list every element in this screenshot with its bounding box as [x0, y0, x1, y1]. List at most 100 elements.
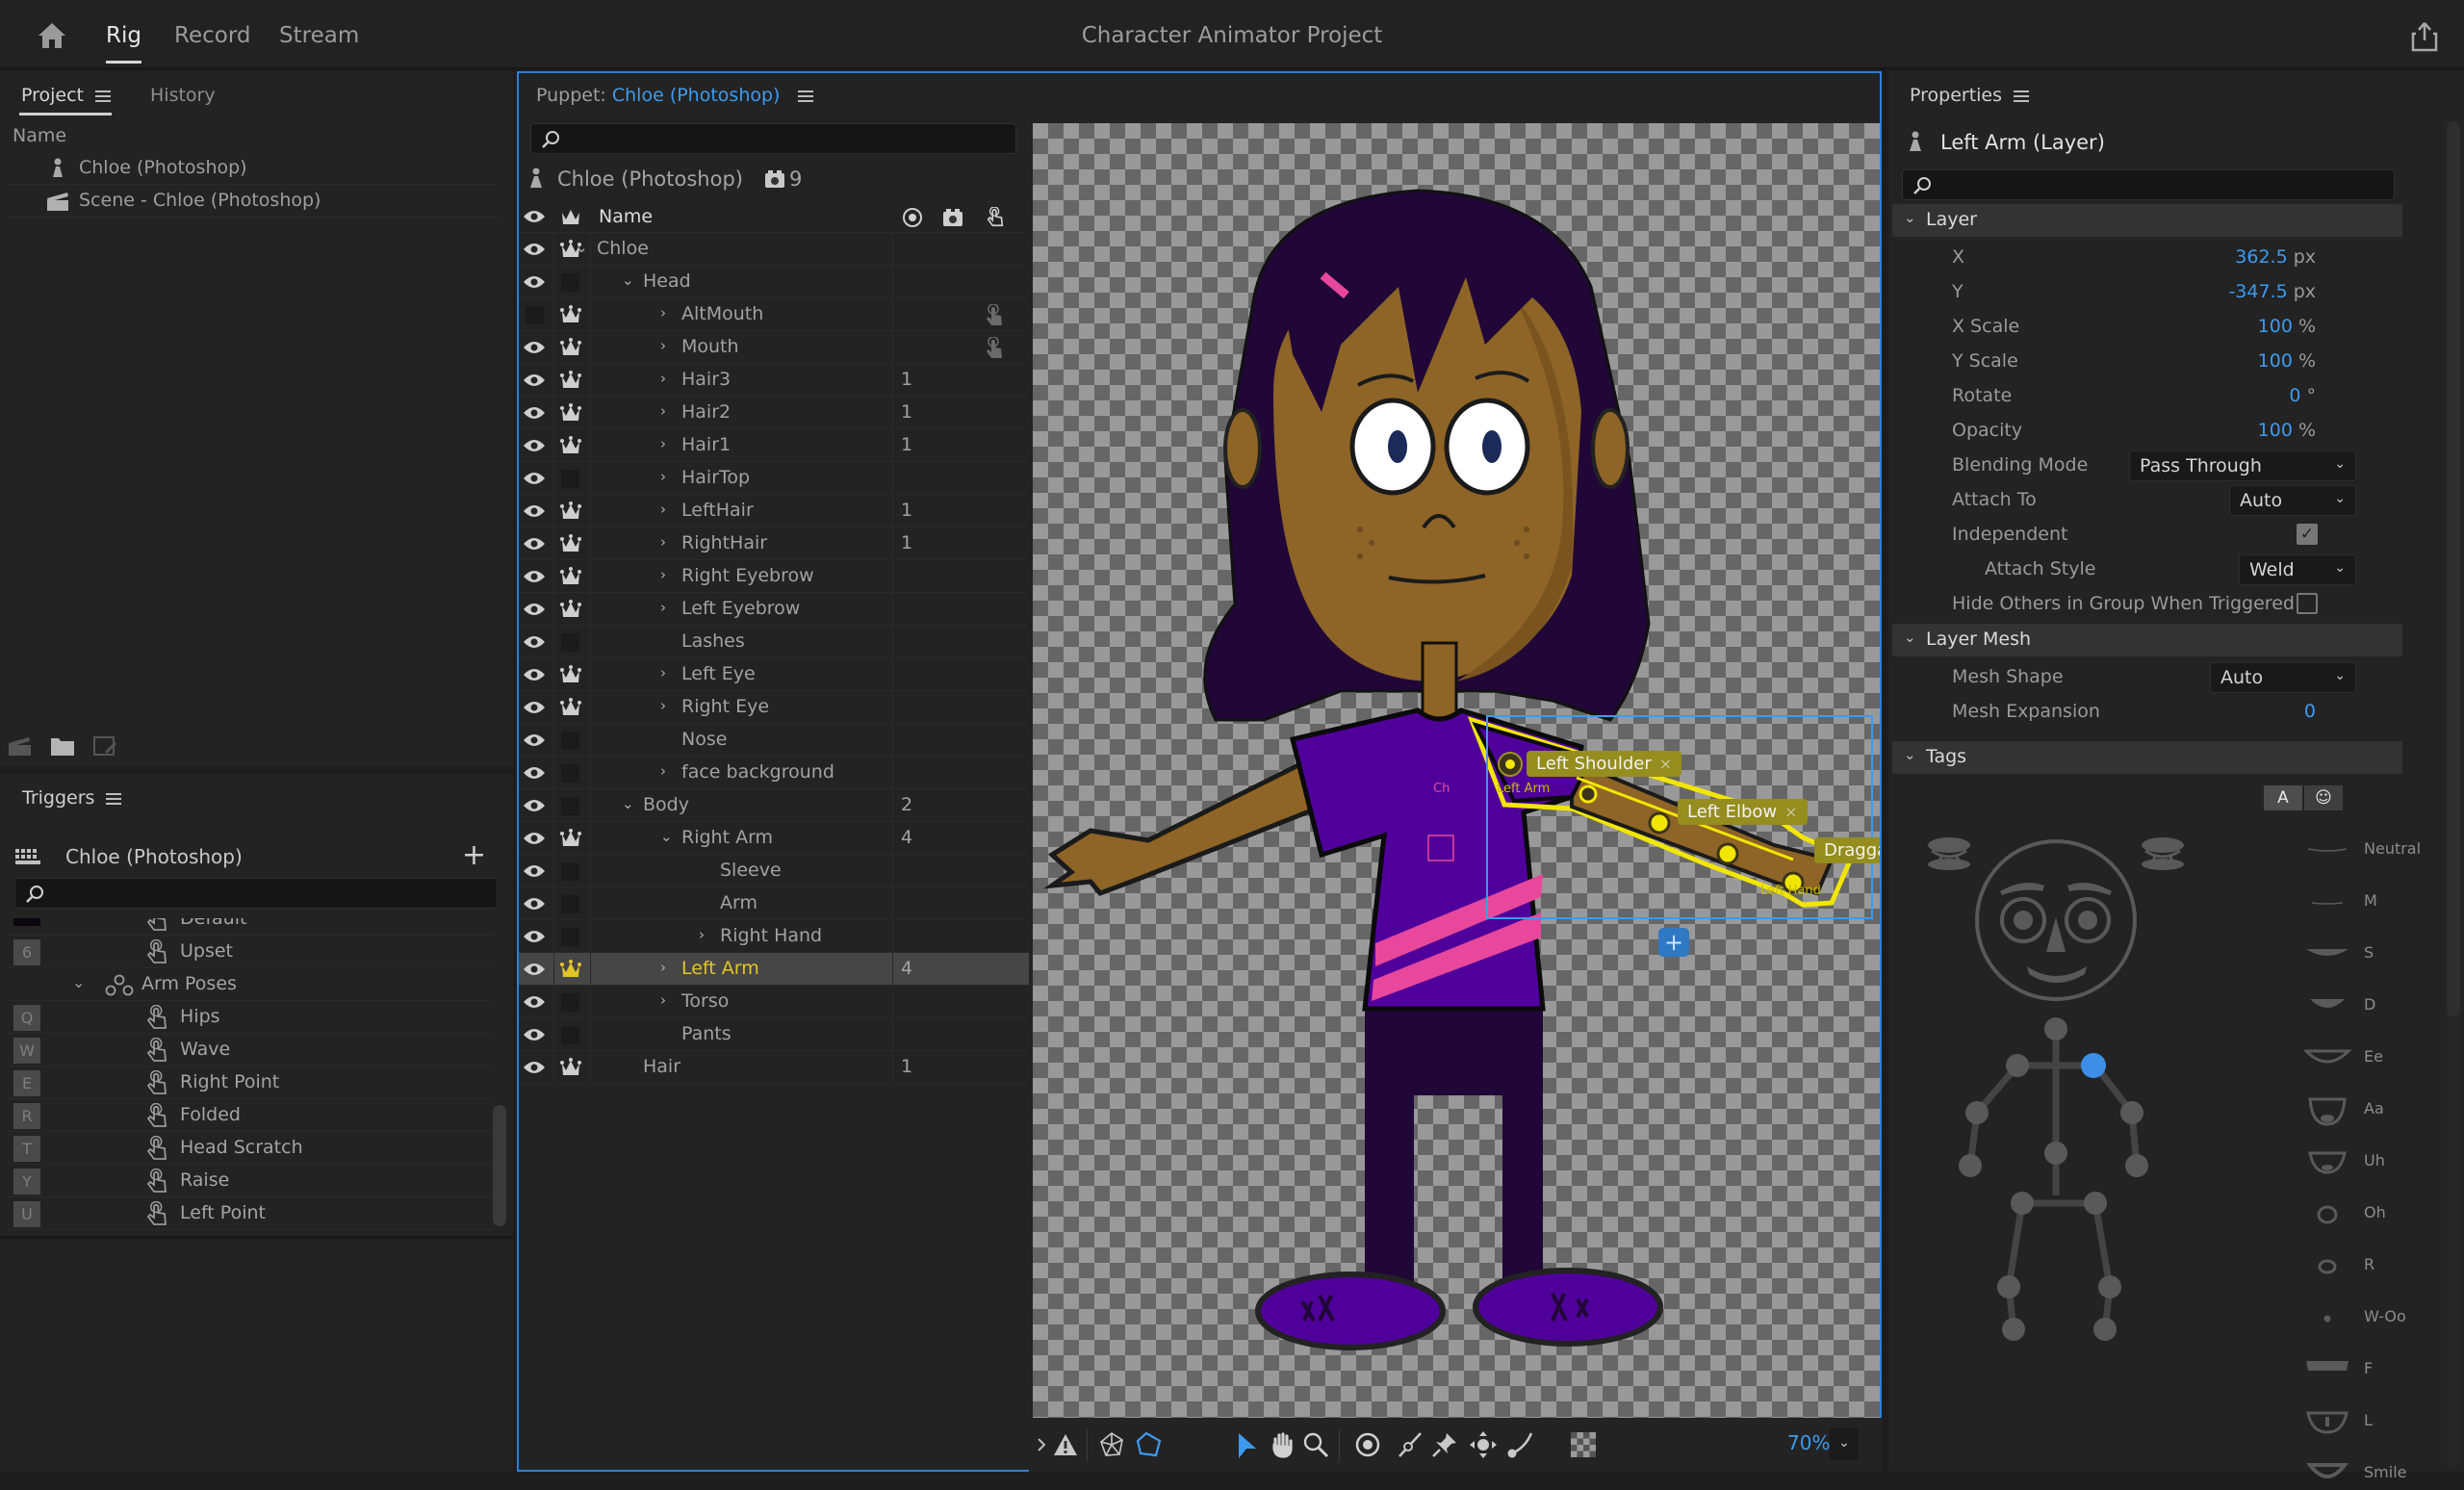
layer-row[interactable]: › Hair2 1	[519, 397, 1029, 429]
trigger-key-badge[interactable]: W	[13, 1038, 40, 1064]
expand-icon[interactable]	[1035, 1431, 1048, 1458]
viseme-tag-smile[interactable]: Smile	[2304, 1459, 2458, 1488]
viseme-tag-w-oo[interactable]: W-Oo	[2304, 1303, 2458, 1332]
layer-row[interactable]: Hair 1	[519, 1051, 1029, 1084]
independence-crown-icon[interactable]	[560, 960, 581, 979]
chevron-right-icon[interactable]: ›	[660, 501, 666, 518]
chevron-right-icon[interactable]: ›	[660, 304, 666, 321]
independence-toggle-off[interactable]	[561, 895, 579, 913]
handle-tag-left-shoulder[interactable]: Left Shoulder ×	[1527, 751, 1682, 777]
independent-checkbox[interactable]: ✓	[2297, 524, 2318, 545]
eye-icon[interactable]	[523, 274, 546, 290]
edit-icon[interactable]	[92, 735, 117, 757]
chevron-right-icon[interactable]: ›	[660, 337, 666, 354]
zoom-magnifier-icon[interactable]	[1302, 1431, 1329, 1458]
prop-rotate-value[interactable]: 0 °	[2289, 385, 2316, 406]
independence-toggle-off[interactable]	[561, 797, 579, 815]
panel-menu-icon[interactable]	[95, 90, 112, 102]
section-layer[interactable]: ⌄ Layer	[1892, 204, 2402, 237]
eye-icon[interactable]	[523, 471, 546, 486]
chevron-down-icon[interactable]: ⌄	[72, 973, 85, 991]
independence-crown-icon[interactable]	[560, 534, 581, 553]
eye-icon[interactable]	[523, 242, 546, 257]
independence-crown-icon[interactable]	[560, 698, 581, 717]
trigger-key-badge[interactable]: Q	[13, 1005, 40, 1031]
add-trigger-button[interactable]: +	[462, 841, 486, 870]
independence-toggle-off[interactable]	[561, 732, 579, 750]
layer-row[interactable]: › Mouth	[519, 331, 1029, 364]
visibility-toggle-off[interactable]	[526, 306, 544, 324]
trigger-item[interactable]: R Folded	[5, 1099, 494, 1132]
eye-icon[interactable]	[523, 863, 546, 879]
outline-icon[interactable]	[1135, 1431, 1162, 1458]
viseme-tag-aa[interactable]: Aa	[2304, 1095, 2458, 1126]
mesh-shape-select[interactable]: Auto ⌄	[2210, 662, 2356, 693]
independence-crown-icon[interactable]	[560, 600, 581, 619]
prop-y-value[interactable]: -347.5 px	[2228, 281, 2316, 302]
eye-icon[interactable]	[523, 1027, 546, 1042]
blending-mode-select[interactable]: Pass Through ⌄	[2129, 450, 2356, 481]
chevron-right-icon[interactable]: ›	[660, 370, 666, 387]
trigger-key-badge[interactable]	[13, 918, 40, 926]
pin-icon[interactable]	[1431, 1431, 1458, 1458]
independence-crown-icon[interactable]	[560, 567, 581, 586]
eye-icon[interactable]	[523, 634, 546, 650]
properties-search-input[interactable]	[1902, 169, 2395, 200]
properties-scrollbar[interactable]	[2447, 121, 2460, 1016]
layer-row[interactable]: ⌄ Chloe	[519, 233, 1029, 266]
prop-opacity-value[interactable]: 100%	[2258, 420, 2316, 441]
mesh-expansion-value[interactable]: 0	[2304, 701, 2316, 722]
puppet-canvas[interactable]: Ch Left Shoulder × Left Elbow × Draggat Le…	[1033, 123, 1880, 1418]
attach-to-select[interactable]: Auto ⌄	[2229, 485, 2356, 516]
layer-row[interactable]: › face background	[519, 757, 1029, 789]
prop-x-scale-value[interactable]: 100%	[2258, 316, 2316, 337]
layer-column-name[interactable]: Name	[599, 206, 653, 227]
trigger-key-badge[interactable]: E	[13, 1070, 40, 1096]
eye-icon[interactable]	[523, 896, 546, 912]
trigger-item[interactable]: Y Raise	[5, 1165, 494, 1197]
trigger-item[interactable]: T Head Scratch	[5, 1132, 494, 1165]
select-arrow-icon[interactable]	[1233, 1431, 1260, 1458]
new-scene-icon[interactable]	[8, 735, 33, 757]
viseme-tag-neutral[interactable]: Neutral	[2304, 835, 2458, 864]
chevron-right-icon[interactable]: ›	[660, 762, 666, 780]
eye-icon[interactable]	[523, 503, 546, 519]
chevron-right-icon[interactable]: ›	[660, 533, 666, 551]
draw-icon[interactable]	[1506, 1431, 1533, 1458]
mesh-icon[interactable]	[1098, 1431, 1125, 1458]
handle-tag-left-elbow[interactable]: Left Elbow ×	[1678, 799, 1808, 825]
independence-crown-icon[interactable]	[560, 338, 581, 357]
eye-icon[interactable]	[523, 569, 546, 584]
layer-row[interactable]: ⌄ Body 2	[519, 789, 1029, 822]
eye-icon[interactable]	[523, 536, 546, 552]
dragger-icon[interactable]	[1470, 1431, 1497, 1458]
independence-crown-icon[interactable]	[560, 305, 581, 324]
independence-toggle-off[interactable]	[561, 470, 579, 488]
project-column-name[interactable]: Name	[13, 125, 66, 146]
layer-row[interactable]: › Left Eye	[519, 658, 1029, 691]
hide-others-checkbox[interactable]	[2297, 593, 2318, 614]
independence-crown-icon[interactable]	[560, 436, 581, 455]
trigger-key-badge[interactable]: 6	[13, 939, 40, 965]
trigger-item[interactable]: W Wave	[5, 1034, 494, 1066]
layer-search-input[interactable]	[530, 123, 1016, 154]
prop-y-scale-value[interactable]: 100%	[2258, 350, 2316, 372]
trigger-item[interactable]: E Right Point	[5, 1066, 494, 1099]
eye-icon[interactable]	[523, 667, 546, 682]
independence-toggle-off[interactable]	[561, 273, 579, 292]
eye-icon[interactable]	[523, 340, 546, 355]
layer-row[interactable]: › LeftHair 1	[519, 495, 1029, 527]
chevron-down-icon[interactable]: ⌄	[622, 271, 634, 289]
zoom-level[interactable]: 70%	[1787, 1431, 1830, 1454]
eye-icon[interactable]	[523, 929, 546, 944]
chevron-down-icon[interactable]: ⌄	[660, 828, 673, 845]
viseme-tag-r[interactable]: R	[2304, 1251, 2458, 1280]
eye-icon[interactable]	[523, 962, 546, 977]
viseme-tag-uh[interactable]: Uh	[2304, 1147, 2458, 1176]
chevron-right-icon[interactable]: ›	[660, 402, 666, 420]
trigger-key-badge[interactable]: T	[13, 1136, 40, 1162]
handle-tag-draggable[interactable]: Draggat	[1814, 837, 1880, 863]
independence-crown-icon[interactable]	[560, 403, 581, 423]
layer-row[interactable]: › HairTop	[519, 462, 1029, 495]
layer-row[interactable]: Arm	[519, 887, 1029, 920]
